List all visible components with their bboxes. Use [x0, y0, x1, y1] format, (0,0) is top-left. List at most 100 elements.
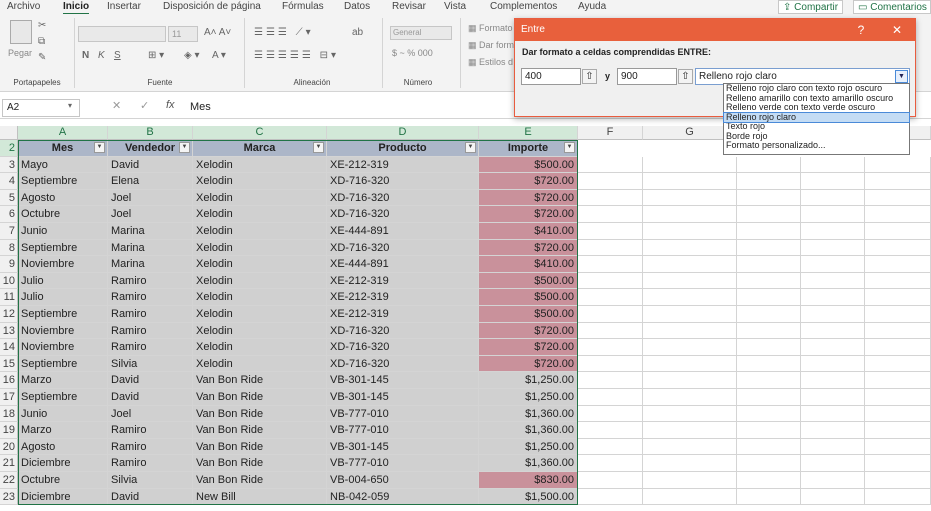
- chevron-down-icon[interactable]: ▼: [895, 70, 908, 83]
- comments-button[interactable]: ▭ Comentarios: [853, 0, 931, 14]
- cell-producto[interactable]: XE-212-319: [327, 156, 479, 174]
- cell-importe[interactable]: $830.00: [479, 472, 578, 489]
- empty-cell[interactable]: [865, 389, 931, 406]
- empty-cell[interactable]: [643, 156, 737, 174]
- empty-cell[interactable]: [578, 339, 643, 356]
- row-header[interactable]: 6: [0, 206, 18, 223]
- row-header[interactable]: 4: [0, 173, 18, 190]
- empty-cell[interactable]: [578, 272, 643, 290]
- empty-cell[interactable]: [737, 438, 801, 456]
- empty-cell[interactable]: [801, 289, 865, 306]
- empty-cell[interactable]: [643, 389, 737, 406]
- cell-producto[interactable]: XE-212-319: [327, 306, 479, 323]
- cell-vendedor[interactable]: Silvia: [108, 355, 193, 373]
- empty-cell[interactable]: [865, 156, 931, 174]
- empty-cell[interactable]: [737, 173, 801, 190]
- row-header[interactable]: 21: [0, 455, 18, 472]
- cell-styles-button[interactable]: ▦ Estilos d: [468, 57, 513, 68]
- cell-producto[interactable]: VB-777-010: [327, 422, 479, 439]
- align-left-icon[interactable]: ☰☰☰☰☰ ⊟▾: [254, 50, 339, 61]
- empty-cell[interactable]: [865, 472, 931, 489]
- empty-cell[interactable]: [643, 488, 737, 506]
- cell-mes[interactable]: Julio: [18, 272, 108, 290]
- cell-vendedor[interactable]: Marina: [108, 223, 193, 240]
- empty-cell[interactable]: [737, 256, 801, 273]
- empty-cell[interactable]: [578, 223, 643, 240]
- cell-marca[interactable]: Van Bon Ride: [193, 372, 327, 389]
- share-button[interactable]: ⇪ Compartir: [778, 0, 844, 14]
- cell-mes[interactable]: Noviembre: [18, 339, 108, 356]
- empty-cell[interactable]: [865, 422, 931, 439]
- empty-cell[interactable]: [578, 472, 643, 489]
- empty-cell[interactable]: [578, 438, 643, 456]
- col-header-a[interactable]: A: [18, 126, 108, 140]
- cell-vendedor[interactable]: Marina: [108, 256, 193, 273]
- empty-cell[interactable]: [801, 472, 865, 489]
- empty-cell[interactable]: [865, 355, 931, 373]
- cell-producto[interactable]: VB-777-010: [327, 405, 479, 423]
- empty-cell[interactable]: [737, 405, 801, 423]
- cut-icon[interactable]: ✂: [38, 20, 46, 31]
- cell-importe[interactable]: $1,250.00: [479, 372, 578, 389]
- tab-insertar[interactable]: Insertar: [107, 0, 141, 14]
- empty-cell[interactable]: [643, 289, 737, 306]
- empty-cell[interactable]: [578, 156, 643, 174]
- cell-marca[interactable]: Xelodin: [193, 289, 327, 306]
- empty-cell[interactable]: [865, 372, 931, 389]
- empty-cell[interactable]: [578, 389, 643, 406]
- empty-cell[interactable]: [643, 206, 737, 223]
- row-header[interactable]: 8: [0, 239, 18, 257]
- col-header-d[interactable]: D: [327, 126, 479, 140]
- cell-marca[interactable]: Xelodin: [193, 239, 327, 257]
- cell-marca[interactable]: Xelodin: [193, 306, 327, 323]
- cell-mes[interactable]: Noviembre: [18, 322, 108, 340]
- cell-importe[interactable]: $500.00: [479, 306, 578, 323]
- cell-vendedor[interactable]: Ramiro: [108, 422, 193, 439]
- empty-cell[interactable]: [801, 189, 865, 207]
- cell-marca[interactable]: Van Bon Ride: [193, 472, 327, 489]
- empty-cell[interactable]: [643, 173, 737, 190]
- empty-cell[interactable]: [865, 405, 931, 423]
- empty-cell[interactable]: [801, 372, 865, 389]
- empty-cell[interactable]: [737, 239, 801, 257]
- table-format-button[interactable]: ▦ Dar form: [468, 40, 514, 51]
- font-name-box[interactable]: [78, 26, 166, 42]
- cell-producto[interactable]: XD-716-320: [327, 173, 479, 190]
- collapse-dialog-icon[interactable]: ⇧: [582, 69, 597, 84]
- empty-cell[interactable]: [801, 455, 865, 472]
- cell-mes[interactable]: Agosto: [18, 189, 108, 207]
- empty-cell[interactable]: [643, 256, 737, 273]
- empty-cell[interactable]: [801, 355, 865, 373]
- empty-cell[interactable]: [801, 223, 865, 240]
- empty-cell[interactable]: [801, 389, 865, 406]
- cell-vendedor[interactable]: Joel: [108, 206, 193, 223]
- col-header-b[interactable]: B: [108, 126, 193, 140]
- bold-button[interactable]: N: [82, 50, 89, 61]
- empty-cell[interactable]: [801, 256, 865, 273]
- filter-dropdown-icon[interactable]: ▼: [564, 142, 575, 153]
- empty-cell[interactable]: [643, 405, 737, 423]
- font-color-icon[interactable]: A ▾: [212, 50, 226, 61]
- header-importe[interactable]: Importe ▼: [479, 140, 578, 157]
- cell-producto[interactable]: VB-777-010: [327, 455, 479, 472]
- cell-importe[interactable]: $1,360.00: [479, 422, 578, 439]
- cell-producto[interactable]: XD-716-320: [327, 206, 479, 223]
- empty-cell[interactable]: [737, 223, 801, 240]
- tab-inicio[interactable]: Inicio: [63, 0, 90, 15]
- cell-marca[interactable]: New Bill: [193, 488, 327, 506]
- row-header[interactable]: 5: [0, 189, 18, 207]
- row-header[interactable]: 11: [0, 289, 18, 306]
- font-size-box[interactable]: 11: [168, 26, 198, 42]
- cell-importe[interactable]: $410.00: [479, 223, 578, 240]
- cell-importe[interactable]: $500.00: [479, 156, 578, 174]
- empty-cell[interactable]: [865, 339, 931, 356]
- cell-mes[interactable]: Mayo: [18, 156, 108, 174]
- cell-producto[interactable]: VB-301-145: [327, 438, 479, 456]
- cell-marca[interactable]: Xelodin: [193, 355, 327, 373]
- italic-button[interactable]: K: [98, 50, 105, 61]
- empty-cell[interactable]: [578, 189, 643, 207]
- cell-importe[interactable]: $500.00: [479, 289, 578, 306]
- empty-cell[interactable]: [737, 306, 801, 323]
- cell-producto[interactable]: XD-716-320: [327, 355, 479, 373]
- cell-producto[interactable]: XD-716-320: [327, 239, 479, 257]
